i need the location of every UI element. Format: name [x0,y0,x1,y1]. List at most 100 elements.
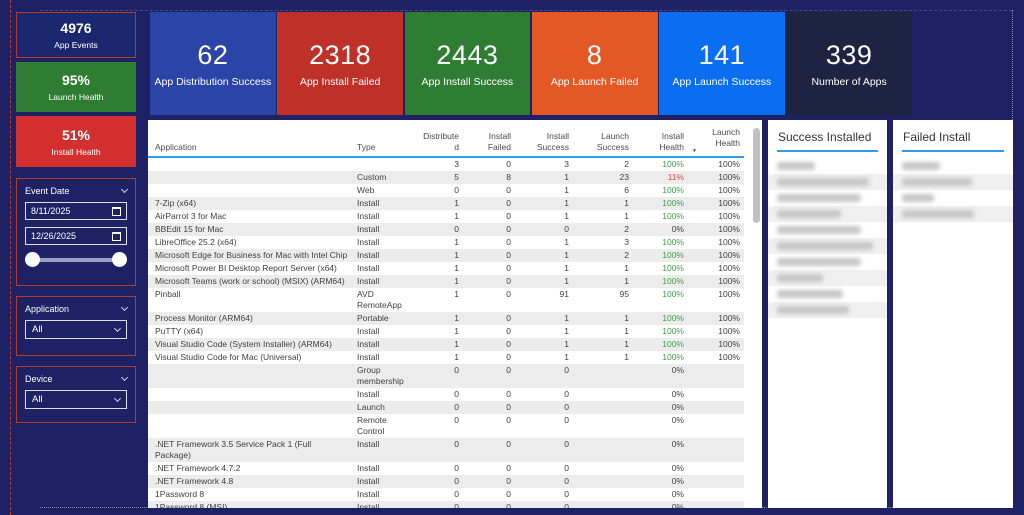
table-row[interactable]: .NET Framework 3.5 Service Pack 1 (Full … [148,438,744,462]
chevron-down-icon [121,186,128,193]
cell-launch-health: 100% [688,171,744,184]
panel-title-underline [902,150,1004,152]
start-date-input[interactable]: 8/11/2025 [25,202,127,220]
redacted-list-item[interactable] [893,174,1013,190]
cell-install-health: 100% [633,262,688,275]
column-header-launch-health[interactable]: Launch Health▼ [688,120,744,157]
table-row[interactable]: Visual Studio Code (System Installer) (A… [148,338,744,351]
cell-install-health: 100% [633,157,688,171]
table-row[interactable]: Group membership0000% [148,364,744,388]
application-dropdown-value: All [32,324,43,335]
slider-handle-start[interactable] [25,252,40,267]
cell-install-failed: 0 [463,288,515,312]
table-row[interactable]: Visual Studio Code for Mac (Universal)In… [148,351,744,364]
cell-install-failed: 0 [463,312,515,325]
event-date-header[interactable]: Event Date [25,186,127,196]
cell-launch-health [688,462,744,475]
kpi-card-install-health[interactable]: 51%Install Health [16,116,136,167]
cell-launch-health: 100% [688,325,744,338]
cell-install-success: 1 [515,262,573,275]
table-row[interactable]: Install0000% [148,388,744,401]
redacted-list-item[interactable] [768,270,887,286]
application-dropdown[interactable]: All [25,320,127,339]
tile-number-of-apps[interactable]: 339Number of Apps [786,12,912,115]
cell-install-health: 100% [633,249,688,262]
device-dropdown[interactable]: All [25,390,127,409]
cell-application: Visual Studio Code (System Installer) (A… [148,338,353,351]
cell-launch-success: 2 [573,249,633,262]
table-row[interactable]: Remote Control0000% [148,414,744,438]
table-row[interactable]: 1Password 8Install0000% [148,488,744,501]
tile-app-launch-failed[interactable]: 8App Launch Failed [532,12,658,115]
cell-launch-success: 1 [573,351,633,364]
column-header-install-success[interactable]: Install Success [515,120,573,157]
redacted-list-item[interactable] [768,190,887,206]
table-row[interactable]: AirParrot 3 for MacInstall1011100%100% [148,210,744,223]
cell-distributed: 0 [417,462,463,475]
cell-launch-health: 100% [688,249,744,262]
end-date-input[interactable]: 12/26/2025 [25,227,127,245]
application-slicer-header[interactable]: Application [25,304,127,314]
redacted-list-item[interactable] [768,174,887,190]
table-row[interactable]: .NET Framework 4.8Install0000% [148,475,744,488]
redacted-list-item[interactable] [893,190,1013,206]
redacted-text [777,242,873,250]
table-row[interactable]: Microsoft Power BI Desktop Report Server… [148,262,744,275]
sidebar-kpi-cards: 4976App Events95%Launch Health51%Install… [16,12,136,167]
table-row[interactable]: Process Monitor (ARM64)Portable1011100%1… [148,312,744,325]
redacted-text [777,226,861,234]
scrollbar-thumb[interactable] [753,128,760,223]
tile-app-install-success[interactable]: 2443App Install Success [405,12,531,115]
table-row[interactable]: PuTTY (x64)Install1011100%100% [148,325,744,338]
table-row[interactable]: Launch0000% [148,401,744,414]
cell-distributed: 1 [417,236,463,249]
kpi-card-launch-health[interactable]: 95%Launch Health [16,62,136,112]
kpi-card-app-events[interactable]: 4976App Events [16,12,136,58]
cell-launch-success [573,364,633,388]
redacted-list-item[interactable] [768,206,887,222]
table-scrollbar[interactable] [753,128,760,500]
redacted-list-item[interactable] [893,206,1013,222]
column-header-launch-success[interactable]: Launch Success [573,120,633,157]
table-row[interactable]: BBEdit 15 for MacInstall00020%100% [148,223,744,236]
table-row[interactable]: 7-Zip (x64)Install1011100%100% [148,197,744,210]
device-slicer-header[interactable]: Device [25,374,127,384]
table-row[interactable]: Web0016100%100% [148,184,744,197]
redacted-list-item[interactable] [768,302,887,318]
table-row[interactable]: Microsoft Teams (work or school) (MSIX) … [148,275,744,288]
chevron-down-icon [121,304,128,311]
redacted-list-item[interactable] [893,158,1013,174]
table-row[interactable]: 3032100%100% [148,157,744,171]
table-row[interactable]: Microsoft Edge for Business for Mac with… [148,249,744,262]
cell-type: Web [353,184,417,197]
table-row[interactable]: PinballAVD RemoteApp109195100%100% [148,288,744,312]
redacted-list-item[interactable] [768,286,887,302]
tile-app-install-failed[interactable]: 2318App Install Failed [277,12,403,115]
table-row[interactable]: LibreOffice 25.2 (x64)Install1013100%100… [148,236,744,249]
table-row[interactable]: Custom5812311%100% [148,171,744,184]
kpi-label: Launch Health [49,92,104,102]
redacted-text [777,194,861,202]
column-header-type[interactable]: Type [353,120,417,157]
redacted-list-item[interactable] [768,222,887,238]
date-range-slider[interactable] [25,252,127,268]
column-header-install-failed[interactable]: Install Failed [463,120,515,157]
cell-launch-success [573,401,633,414]
redacted-text [902,210,974,218]
column-header-install-health[interactable]: Install Health [633,120,688,157]
table-row[interactable]: .NET Framework 4.7.2Install0000% [148,462,744,475]
column-header-distributed[interactable]: Distributed [417,120,463,157]
slider-handle-end[interactable] [112,252,127,267]
column-header-application[interactable]: Application [148,120,353,157]
redacted-list-item[interactable] [768,238,887,254]
redacted-list-item[interactable] [768,254,887,270]
cell-type: Install [353,488,417,501]
cell-install-failed: 0 [463,414,515,438]
kpi-label: Install Health [51,147,100,157]
table-row[interactable]: 1Password 8 (MSI)Install0000% [148,501,744,508]
redacted-list-item[interactable] [768,158,887,174]
cell-launch-health [688,364,744,388]
tile-app-launch-success[interactable]: 141App Launch Success [659,12,785,115]
cell-type: Remote Control [353,414,417,438]
tile-app-distribution-success[interactable]: 62App Distribution Success [150,12,276,115]
